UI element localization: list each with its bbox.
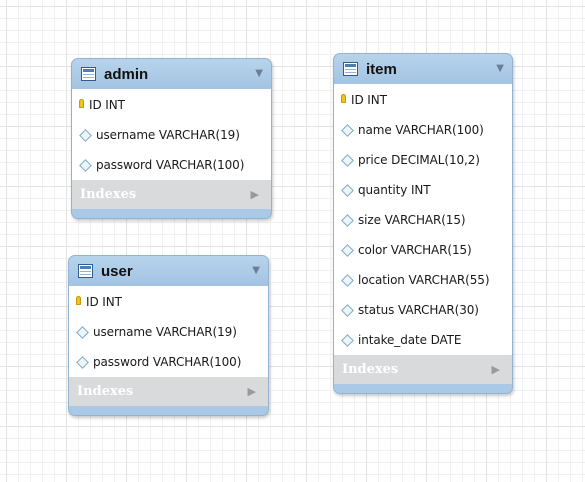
column-row[interactable]: password VARCHAR(100) — [69, 347, 268, 377]
column-row[interactable]: intake_date DATE — [334, 325, 512, 355]
diamond-icon — [341, 123, 354, 137]
column-label: color VARCHAR(15) — [358, 243, 472, 257]
diamond-icon — [341, 243, 354, 257]
table-footer — [72, 209, 271, 218]
indexes-section[interactable]: Indexes ▶ — [72, 180, 271, 209]
diamond-icon — [341, 303, 354, 317]
table-footer — [69, 406, 268, 415]
indexes-label: Indexes — [80, 187, 137, 202]
column-label: ID INT — [351, 93, 387, 107]
column-row[interactable]: ID INT — [69, 287, 268, 317]
column-row[interactable]: username VARCHAR(19) — [69, 317, 268, 347]
key-icon — [341, 93, 346, 103]
table-columns: ID INT username VARCHAR(19) password VAR… — [69, 286, 268, 377]
triangle-right-icon[interactable]: ▶ — [492, 363, 500, 376]
column-row[interactable]: ID INT — [72, 90, 271, 120]
table-footer — [334, 384, 512, 393]
table-icon — [81, 67, 96, 81]
column-row[interactable]: status VARCHAR(30) — [334, 295, 512, 325]
diamond-icon — [341, 273, 354, 287]
indexes-section[interactable]: Indexes ▶ — [334, 355, 512, 384]
key-icon — [79, 98, 84, 108]
column-label: username VARCHAR(19) — [96, 128, 240, 142]
table-name: admin — [104, 65, 149, 83]
table-icon — [343, 62, 358, 76]
table-admin[interactable]: admin ▼ ID INT username VARCHAR(19) pass… — [71, 58, 272, 219]
table-user[interactable]: user ▼ ID INT username VARCHAR(19) passw… — [68, 255, 269, 416]
diamond-icon — [341, 183, 354, 197]
column-row[interactable]: color VARCHAR(15) — [334, 235, 512, 265]
column-row[interactable]: quantity INT — [334, 175, 512, 205]
key-icon — [76, 295, 81, 305]
column-label: ID INT — [89, 98, 125, 112]
column-row[interactable]: name VARCHAR(100) — [334, 115, 512, 145]
column-row[interactable]: ID INT — [334, 85, 512, 115]
column-label: username VARCHAR(19) — [93, 325, 237, 339]
diamond-icon — [341, 333, 354, 347]
triangle-right-icon[interactable]: ▶ — [251, 188, 259, 201]
indexes-section[interactable]: Indexes ▶ — [69, 377, 268, 406]
diamond-icon — [341, 153, 354, 167]
column-label: quantity INT — [358, 183, 431, 197]
column-row[interactable]: password VARCHAR(100) — [72, 150, 271, 180]
column-label: status VARCHAR(30) — [358, 303, 479, 317]
indexes-label: Indexes — [342, 362, 399, 377]
er-diagram-canvas[interactable]: admin ▼ ID INT username VARCHAR(19) pass… — [0, 0, 585, 482]
table-name: item — [366, 60, 397, 78]
diamond-icon — [79, 128, 92, 142]
column-row[interactable]: location VARCHAR(55) — [334, 265, 512, 295]
column-label: ID INT — [86, 295, 122, 309]
table-icon — [78, 264, 93, 278]
diamond-icon — [76, 355, 89, 369]
table-columns: ID INT username VARCHAR(19) password VAR… — [72, 89, 271, 180]
column-label: size VARCHAR(15) — [358, 213, 466, 227]
triangle-right-icon[interactable]: ▶ — [248, 385, 256, 398]
column-label: intake_date DATE — [358, 333, 462, 347]
diamond-icon — [341, 213, 354, 227]
table-header[interactable]: admin ▼ — [72, 59, 271, 89]
column-row[interactable]: username VARCHAR(19) — [72, 120, 271, 150]
triangle-down-icon[interactable]: ▼ — [252, 266, 260, 276]
triangle-down-icon[interactable]: ▼ — [255, 69, 263, 79]
diamond-icon — [79, 158, 92, 172]
column-label: name VARCHAR(100) — [358, 123, 484, 137]
table-name: user — [101, 262, 133, 280]
column-row[interactable]: size VARCHAR(15) — [334, 205, 512, 235]
column-label: password VARCHAR(100) — [93, 355, 242, 369]
column-label: password VARCHAR(100) — [96, 158, 245, 172]
triangle-down-icon[interactable]: ▼ — [496, 64, 504, 74]
table-header[interactable]: item ▼ — [334, 54, 512, 84]
table-item[interactable]: item ▼ ID INT name VARCHAR(100) price DE… — [333, 53, 513, 394]
column-label: price DECIMAL(10,2) — [358, 153, 480, 167]
indexes-label: Indexes — [77, 384, 134, 399]
column-row[interactable]: price DECIMAL(10,2) — [334, 145, 512, 175]
table-columns: ID INT name VARCHAR(100) price DECIMAL(1… — [334, 84, 512, 355]
column-label: location VARCHAR(55) — [358, 273, 490, 287]
table-header[interactable]: user ▼ — [69, 256, 268, 286]
diamond-icon — [76, 325, 89, 339]
